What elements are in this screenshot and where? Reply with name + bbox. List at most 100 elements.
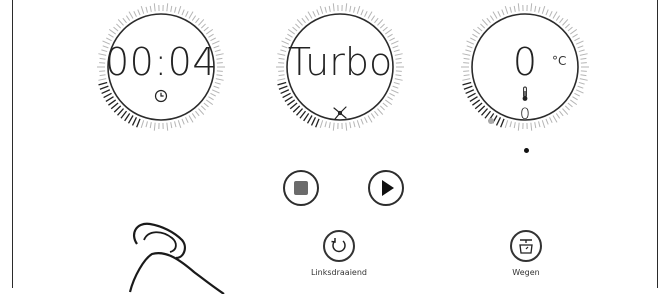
play-icon: [381, 180, 395, 200]
dial-tick: [329, 6, 330, 12]
dial-tick: [380, 24, 384, 28]
dial-tick: [141, 6, 143, 14]
reverse-rotation-button[interactable]: [323, 230, 355, 262]
dial-tick: [102, 90, 110, 94]
dial-tick: [195, 111, 199, 116]
dial-tick: [198, 19, 203, 25]
dial-tick: [572, 34, 577, 37]
dial-tick: [365, 11, 368, 16]
dial-tick: [361, 10, 363, 16]
dial-tick: [387, 34, 392, 37]
dial-tick: [100, 86, 108, 89]
dial-tick: [383, 27, 388, 31]
dial-tick: [290, 103, 297, 109]
dial-tick: [383, 103, 388, 107]
dial-tick: [308, 116, 313, 124]
dial-tick: [123, 18, 127, 23]
speed-dial[interactable]: Turbo: [270, 0, 410, 137]
play-button[interactable]: [368, 170, 404, 206]
dial-tick: [371, 16, 374, 21]
dial-tick: [325, 121, 326, 127]
dial-tick: [317, 10, 319, 16]
dial-tick: [387, 97, 392, 100]
indicator-dot-inactive: [488, 118, 494, 124]
dial-tick: [312, 117, 316, 125]
dial-tick: [186, 11, 189, 16]
dial-tick: [374, 111, 378, 116]
dial-tick: [556, 16, 559, 21]
dial-tick: [116, 24, 120, 28]
weigh-button[interactable]: [510, 230, 542, 262]
dial-tick: [480, 24, 484, 28]
dial-tick: [470, 97, 478, 102]
dial-tick: [320, 6, 322, 14]
dial-tick: [302, 18, 306, 23]
speed-value: Turbo: [270, 40, 410, 84]
reverse-rotation-label: Linksdraaiend: [294, 268, 384, 277]
dial-tick: [550, 11, 553, 16]
dial-tick: [279, 86, 287, 89]
dial-tick: [118, 19, 123, 25]
dial-tick: [377, 19, 382, 25]
dial-tick: [502, 10, 504, 16]
dial-tick: [572, 97, 577, 100]
dial-tick: [385, 29, 391, 34]
dial-tick: [129, 116, 134, 124]
dial-tick: [150, 122, 151, 128]
dial-tick: [371, 113, 374, 118]
dial-tick: [333, 3, 334, 11]
dial-tick: [466, 90, 474, 94]
dial-tick: [195, 18, 199, 23]
dial-tick: [308, 12, 312, 19]
dial-tick: [293, 27, 298, 31]
dial-tick: [325, 7, 326, 13]
dial-tick: [109, 29, 115, 34]
temperature-value: 0: [455, 40, 595, 84]
dial-tick: [468, 93, 476, 97]
dial-tick: [518, 3, 519, 11]
dial-tick: [293, 106, 299, 112]
dial-tick: [295, 24, 299, 28]
dial-tick: [134, 11, 137, 16]
dial-tick: [559, 18, 563, 23]
dial-tick: [283, 93, 291, 97]
dial-tick: [201, 24, 205, 28]
temperature-dial[interactable]: 0 °C 0: [455, 0, 595, 137]
dial-tick: [531, 3, 532, 11]
dial-tick: [361, 119, 363, 125]
dial-tick: [539, 7, 540, 13]
dial-tick: [108, 100, 115, 105]
dial-tick: [201, 106, 205, 110]
dial-tick: [214, 86, 220, 88]
dial-tick: [482, 19, 487, 25]
dial-tick: [133, 117, 137, 125]
dial-tick: [546, 10, 548, 16]
indicator-dot-active: [524, 148, 529, 153]
dial-tick: [178, 6, 180, 14]
dial-tick: [189, 12, 193, 19]
dial-tick: [167, 123, 168, 131]
dial-tick: [531, 123, 532, 131]
dial-tick: [487, 18, 491, 23]
weigh-label: Wegen: [481, 268, 571, 277]
dial-tick: [204, 27, 209, 31]
dial-tick: [304, 113, 309, 120]
time-dial[interactable]: 00:04: [91, 0, 231, 137]
dial-tick: [154, 3, 155, 11]
scale-icon: [517, 237, 535, 259]
dial-tick: [510, 7, 511, 13]
time-value: 00:04: [91, 40, 231, 84]
dial-tick: [114, 27, 119, 31]
dial-tick: [518, 123, 519, 131]
dial-tick: [182, 119, 184, 125]
stop-button[interactable]: [283, 170, 319, 206]
dial-tick: [182, 10, 184, 16]
dial-tick: [150, 6, 151, 12]
dial-tick: [210, 93, 215, 96]
dial-tick: [141, 120, 143, 128]
dial-tick: [514, 122, 515, 128]
dial-tick: [167, 3, 168, 11]
dial-tick: [553, 12, 557, 19]
dial-tick: [204, 103, 209, 107]
dial-tick: [178, 120, 180, 128]
